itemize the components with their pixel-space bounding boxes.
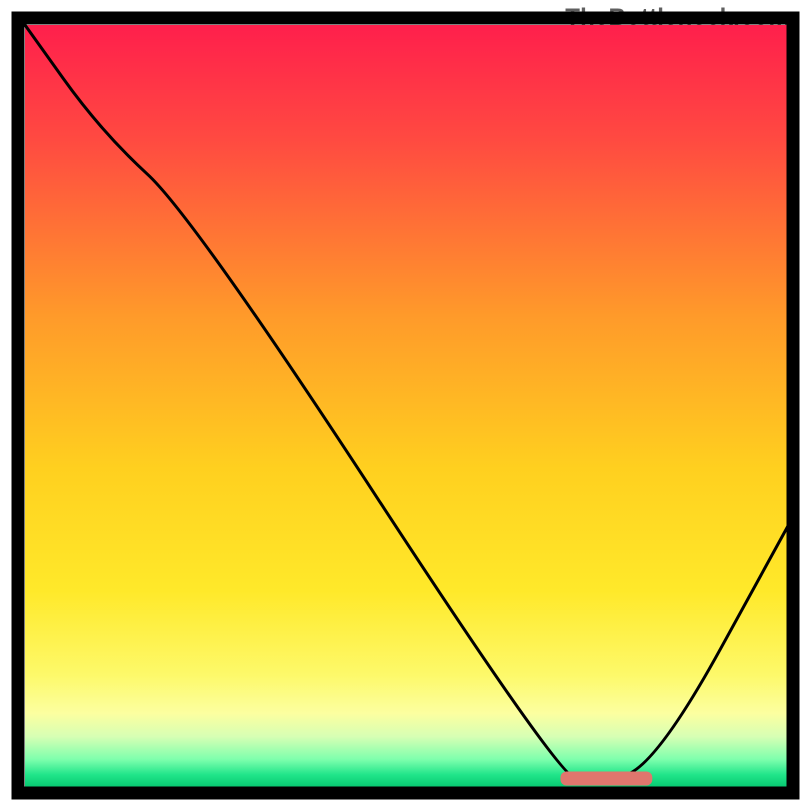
bottleneck-chart [0,0,800,800]
highlight-segment [561,772,653,786]
chart-container: TheBottleneck.com [0,0,800,800]
plot-gradient-bg [25,25,790,790]
